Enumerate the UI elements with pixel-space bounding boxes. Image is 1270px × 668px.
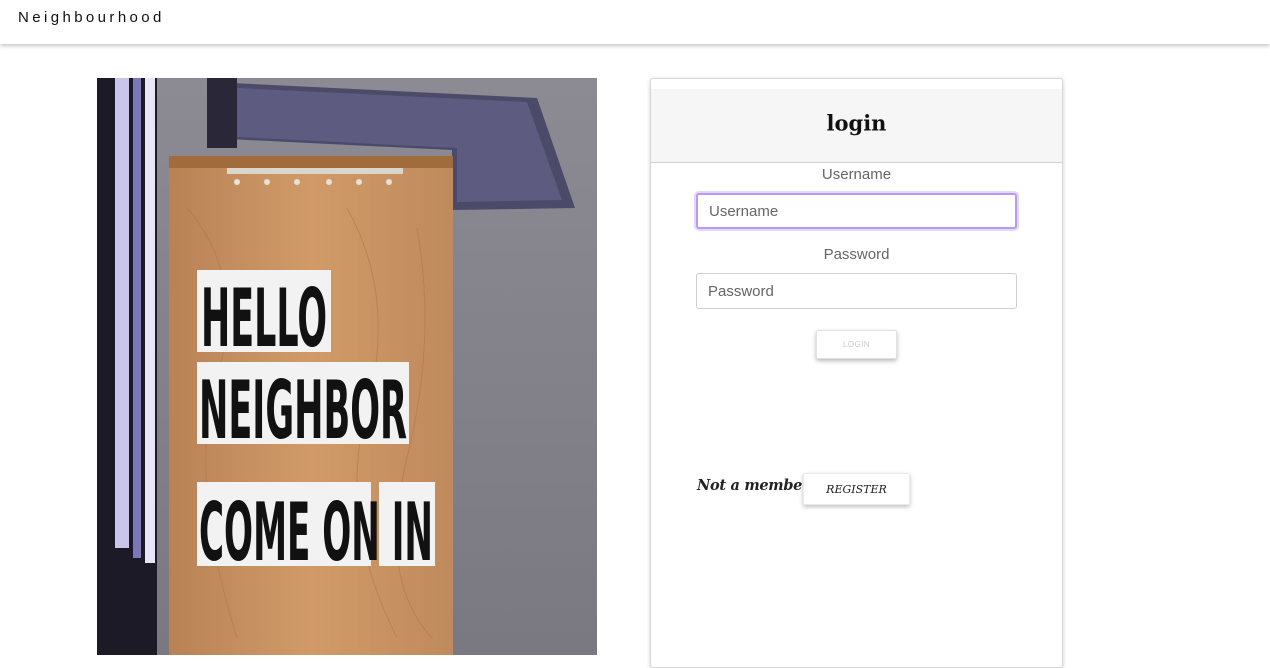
register-prompt: Not a member? bbox=[697, 477, 818, 494]
login-title: login bbox=[826, 110, 887, 136]
register-button[interactable]: REGISTER bbox=[803, 473, 910, 505]
brand-link[interactable]: Neighbourhood bbox=[18, 9, 165, 26]
login-card-header: login bbox=[651, 89, 1062, 163]
username-label: Username bbox=[821, 166, 892, 183]
login-button[interactable]: LOGIN bbox=[816, 330, 897, 359]
sign-line-3: COME ON IN bbox=[199, 486, 433, 579]
sign-line-1: HELLO bbox=[201, 272, 327, 365]
sign-line-2: NEIGHBOR bbox=[199, 364, 407, 457]
login-card: login Username Password LOGIN Not a memb… bbox=[650, 78, 1063, 668]
username-input[interactable] bbox=[696, 193, 1017, 229]
hello-neighbor-photo: HELLO NEIGHBOR COME ON IN bbox=[97, 78, 597, 655]
password-label: Password bbox=[823, 246, 890, 263]
sign-illustration: HELLO NEIGHBOR COME ON IN bbox=[97, 78, 597, 655]
password-input[interactable] bbox=[696, 273, 1017, 309]
top-navbar: Neighbourhood bbox=[0, 0, 1270, 44]
